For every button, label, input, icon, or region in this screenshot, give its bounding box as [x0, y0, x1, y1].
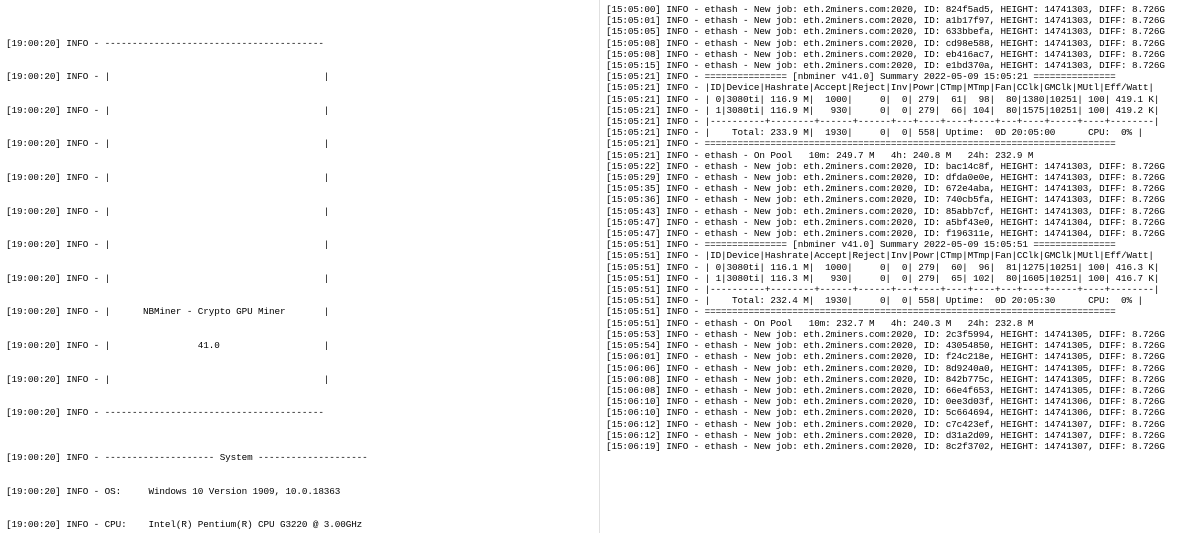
log-line: [15:05:21] INFO - | Total: 233.9 M| 1930…: [606, 127, 1194, 138]
log-line: [15:06:01] INFO - ethash - New job: eth.…: [606, 351, 1194, 362]
log-line: [15:05:21] INFO - ======================…: [606, 138, 1194, 149]
log-line: [19:00:20] INFO - | |: [6, 239, 593, 250]
sys-os: [19:00:20] INFO - OS: Windows 10 Version…: [6, 486, 593, 497]
log-line: [15:06:06] INFO - ethash - New job: eth.…: [606, 363, 1194, 374]
log-line: [15:05:51] INFO - |----------+--------+-…: [606, 284, 1194, 295]
log-line: [19:00:20] INFO - | |: [6, 71, 593, 82]
log-line: [15:05:51] INFO - | 0|3080ti| 116.1 M| 1…: [606, 262, 1194, 273]
log-line: [15:06:08] INFO - ethash - New job: eth.…: [606, 385, 1194, 396]
log-line: [15:05:51] INFO - =============== [nbmin…: [606, 239, 1194, 250]
log-line: [15:05:22] INFO - ethash - New job: eth.…: [606, 161, 1194, 172]
log-line: [15:05:51] INFO - | 1|3080ti| 116.3 M| 9…: [606, 273, 1194, 284]
log-line: [15:05:51] INFO - | Total: 232.4 M| 1930…: [606, 295, 1194, 306]
log-line: [19:00:20] INFO - | |: [6, 206, 593, 217]
log-line: [15:05:51] INFO - ethash - On Pool 10m: …: [606, 318, 1194, 329]
log-line: [15:05:35] INFO - ethash - New job: eth.…: [606, 183, 1194, 194]
log-line: [15:05:47] INFO - ethash - New job: eth.…: [606, 217, 1194, 228]
log-line: [19:00:20] INFO - | |: [6, 138, 593, 149]
log-line: [19:00:20] INFO - | 41.0 |: [6, 340, 593, 351]
log-line: [15:05:21] INFO - =============== [nbmin…: [606, 71, 1194, 82]
log-line: [15:05:15] INFO - ethash - New job: eth.…: [606, 60, 1194, 71]
log-line: [15:05:43] INFO - ethash - New job: eth.…: [606, 206, 1194, 217]
log-line: [15:05:08] INFO - ethash - New job: eth.…: [606, 38, 1194, 49]
log-line: [15:06:08] INFO - ethash - New job: eth.…: [606, 374, 1194, 385]
log-line: [15:05:53] INFO - ethash - New job: eth.…: [606, 329, 1194, 340]
log-line: [15:05:21] INFO - |----------+--------+-…: [606, 116, 1194, 127]
log-line: [15:05:36] INFO - ethash - New job: eth.…: [606, 194, 1194, 205]
log-line: [19:00:20] INFO - | |: [6, 273, 593, 284]
log-line: [15:05:00] INFO - ethash - New job: eth.…: [606, 4, 1194, 15]
log-line: [15:06:19] INFO - ethash - New job: eth.…: [606, 441, 1194, 452]
log-line: [19:00:20] INFO - | |: [6, 172, 593, 183]
log-line: [15:05:54] INFO - ethash - New job: eth.…: [606, 340, 1194, 351]
log-line: [15:05:21] INFO - ethash - On Pool 10m: …: [606, 150, 1194, 161]
log-line: [15:05:08] INFO - ethash - New job: eth.…: [606, 49, 1194, 60]
log-line: [15:05:05] INFO - ethash - New job: eth.…: [606, 26, 1194, 37]
log-line: [15:05:47] INFO - ethash - New job: eth.…: [606, 228, 1194, 239]
log-line: [15:05:21] INFO - |ID|Device|Hashrate|Ac…: [606, 82, 1194, 93]
right-terminal: [15:05:00] INFO - ethash - New job: eth.…: [600, 0, 1200, 533]
log-line: [15:05:21] INFO - | 0|3080ti| 116.9 M| 1…: [606, 94, 1194, 105]
log-line: [15:05:51] INFO - ======================…: [606, 306, 1194, 317]
log-line: [15:06:12] INFO - ethash - New job: eth.…: [606, 419, 1194, 430]
log-line: [19:00:20] INFO - | NBMiner - Crypto GPU…: [6, 306, 593, 317]
log-line: [15:06:10] INFO - ethash - New job: eth.…: [606, 396, 1194, 407]
log-line: [19:00:20] INFO - | |: [6, 105, 593, 116]
left-terminal: [19:00:20] INFO - ----------------------…: [0, 0, 600, 533]
log-line: [15:05:29] INFO - ethash - New job: eth.…: [606, 172, 1194, 183]
sys-cpu: [19:00:20] INFO - CPU: Intel(R) Pentium(…: [6, 519, 593, 530]
log-line: [15:05:21] INFO - | 1|3080ti| 116.9 M| 9…: [606, 105, 1194, 116]
log-line: [19:00:20] INFO - | |: [6, 374, 593, 385]
system-header: [19:00:20] INFO - -------------------- S…: [6, 452, 593, 463]
log-line: [15:06:10] INFO - ethash - New job: eth.…: [606, 407, 1194, 418]
log-line: [19:00:20] INFO - ----------------------…: [6, 407, 593, 418]
log-line: [15:05:01] INFO - ethash - New job: eth.…: [606, 15, 1194, 26]
log-line: [15:06:12] INFO - ethash - New job: eth.…: [606, 430, 1194, 441]
log-line: [19:00:20] INFO - ----------------------…: [6, 38, 593, 49]
log-line: [15:05:51] INFO - |ID|Device|Hashrate|Ac…: [606, 250, 1194, 261]
